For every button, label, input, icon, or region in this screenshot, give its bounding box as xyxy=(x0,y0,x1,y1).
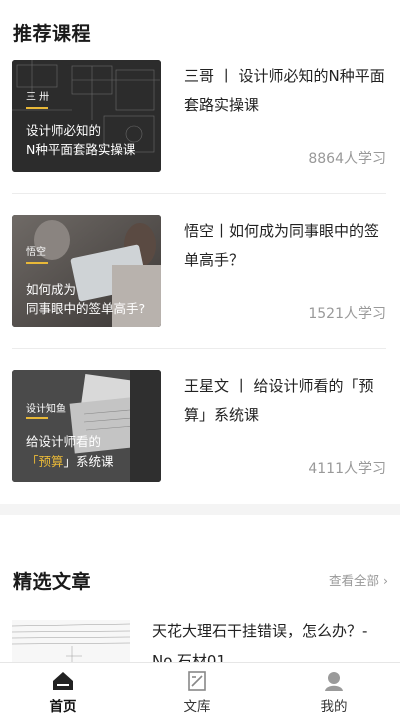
home-icon xyxy=(53,672,73,690)
thumb-caption: 同事眼中的签单高手? xyxy=(26,301,146,316)
thumb-tag: 悟空 xyxy=(26,247,46,258)
tab-label: 我的 xyxy=(320,699,348,715)
thumb-accent-line xyxy=(26,417,48,419)
thumb-caption-rest: 」系统课 xyxy=(63,454,114,469)
thumb-caption-highlight: 预算 xyxy=(38,454,64,469)
divider xyxy=(12,193,386,194)
thumb-caption: N种平面套路实操课 xyxy=(26,142,136,157)
section-separator xyxy=(0,504,400,515)
course-title[interactable]: 王星文 丨 给设计师看的「预算」系统课 xyxy=(184,372,386,430)
thumb-caption: 如何成为 xyxy=(26,282,77,297)
tab-library[interactable]: 文库 xyxy=(157,663,237,715)
recommended-courses-title: 推荐课程 xyxy=(13,23,92,45)
tab-profile[interactable]: 我的 xyxy=(294,663,374,715)
tab-label: 首页 xyxy=(49,699,77,715)
thumb-tag: 三 卅 xyxy=(26,92,50,103)
bottom-tab-bar: 首页 文库 我的 xyxy=(0,662,400,715)
course-thumbnail: 设计知鱼 给设计师看的 「预算」系统课 xyxy=(12,370,161,482)
thumb-caption: 设计师必知的 xyxy=(26,123,102,138)
article-item[interactable]: 天花大理石干挂错误，怎么办？- No.石材01 xyxy=(12,616,386,680)
thumb-caption-bracket: 「 xyxy=(26,454,39,469)
thumb-caption: 「预算」系统课 xyxy=(26,452,157,472)
learner-count: 4111人学习 xyxy=(308,461,386,477)
tab-label: 文库 xyxy=(183,699,211,715)
thumb-tag: 设计知鱼 xyxy=(26,404,66,415)
thumb-accent-line xyxy=(26,107,48,109)
course-title[interactable]: 悟空丨如何成为同事眼中的签单高手？ xyxy=(184,217,386,275)
course-card[interactable]: 设计知鱼 给设计师看的 「预算」系统课 王星文 丨 给设计师看的「预算」系统课 … xyxy=(12,370,386,484)
learner-count: 8864人学习 xyxy=(308,151,386,167)
course-thumbnail: 悟空 如何成为 同事眼中的签单高手? xyxy=(12,215,161,327)
divider xyxy=(12,348,386,349)
course-card[interactable]: 悟空 如何成为 同事眼中的签单高手? 悟空丨如何成为同事眼中的签单高手？ 152… xyxy=(12,215,386,329)
profile-icon xyxy=(325,672,343,691)
course-title[interactable]: 三哥 丨 设计师必知的N种平面套路实操课 xyxy=(184,62,386,120)
view-all-link[interactable]: 查看全部 › xyxy=(329,570,388,589)
featured-articles-title: 精选文章 xyxy=(13,571,92,593)
thumb-accent-line xyxy=(26,262,48,264)
learner-count: 1521人学习 xyxy=(308,306,386,322)
course-thumbnail: 三 卅 设计师必知的 N种平面套路实操课 xyxy=(12,60,161,172)
course-card[interactable]: 三 卅 设计师必知的 N种平面套路实操课 三哥 丨 设计师必知的N种平面套路实操… xyxy=(12,60,386,174)
tab-home[interactable]: 首页 xyxy=(23,663,103,715)
thumb-caption: 给设计师看的 xyxy=(26,434,102,449)
library-icon xyxy=(188,671,206,691)
